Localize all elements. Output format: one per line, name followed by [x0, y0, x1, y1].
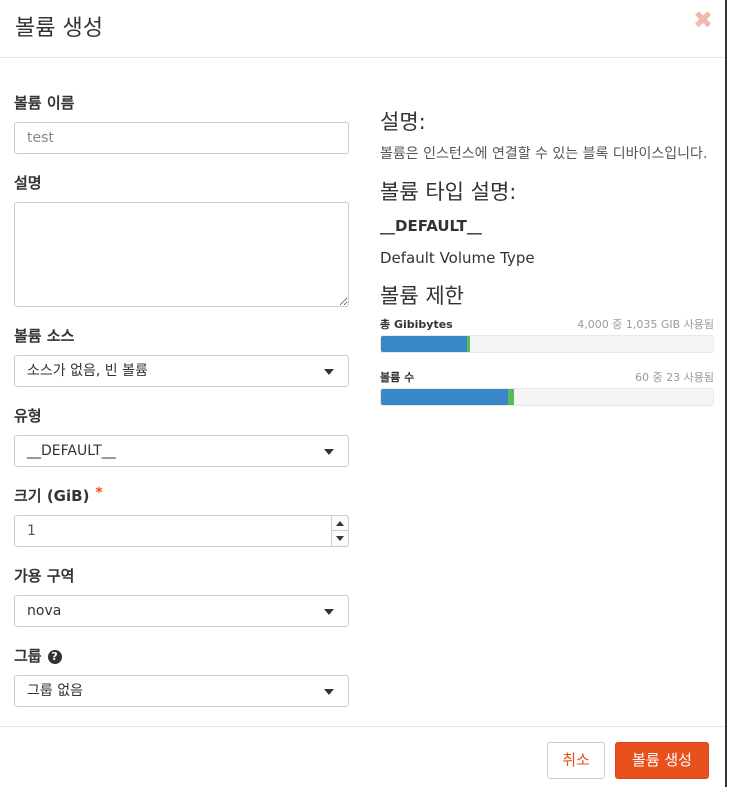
- volume-type-select[interactable]: __DEFAULT__: [14, 435, 349, 467]
- availability-zone-select[interactable]: nova: [14, 595, 349, 627]
- group-label: 그룹?: [14, 645, 349, 667]
- size-spinner: [331, 515, 349, 547]
- volume-type-label: 유형: [14, 407, 42, 425]
- caret-down-icon: [324, 449, 334, 455]
- description-textarea[interactable]: [14, 202, 349, 307]
- question-circle-icon[interactable]: ?: [47, 649, 62, 664]
- dialog-title: 볼륨 생성: [15, 16, 103, 41]
- description-label: 설명: [14, 174, 42, 192]
- create-volume-dialog: 볼륨 생성 ✖ 볼륨 이름 설명 볼륨 소스 소스가 없음, 빈 볼륨 유형 _…: [0, 0, 727, 787]
- limit-name: 볼륨 수: [380, 371, 415, 384]
- volume-type-name: __DEFAULT__: [380, 217, 482, 235]
- group-select[interactable]: 그룹 없음: [14, 675, 349, 707]
- size-input[interactable]: [14, 515, 349, 547]
- size-label-text: 크기 (GiB): [14, 487, 90, 505]
- limit-gibibytes-header: 총 Gibibytes 4,000 중 1,035 GIB 사용됨: [380, 316, 714, 334]
- volume-source-select[interactable]: 소스가 없음, 빈 볼륨: [14, 355, 349, 387]
- dialog-footer: 취소 볼륨 생성: [0, 726, 725, 787]
- limit-name: 총 Gibibytes: [380, 318, 453, 331]
- required-icon: *: [95, 485, 103, 501]
- volumes-progress: [380, 388, 714, 406]
- create-volume-button[interactable]: 볼륨 생성: [615, 742, 709, 779]
- caret-down-icon: [324, 689, 334, 695]
- volume-source-label: 볼륨 소스: [14, 327, 75, 345]
- cancel-button[interactable]: 취소: [547, 742, 605, 779]
- volume-type-value: __DEFAULT__: [27, 443, 116, 459]
- volume-limits-heading: 볼륨 제한: [380, 284, 464, 308]
- caret-down-icon: [324, 609, 334, 615]
- limit-value: 60 중 23 사용됨: [635, 371, 714, 384]
- gibibytes-progress: [380, 335, 714, 353]
- size-label: 크기 (GiB) *: [14, 485, 349, 507]
- progress-new: [508, 389, 514, 405]
- description-heading: 설명:: [380, 110, 426, 134]
- availability-zone-label: 가용 구역: [14, 567, 75, 585]
- volume-source-value: 소스가 없음, 빈 볼륨: [27, 363, 148, 379]
- size-stepper: [14, 515, 349, 547]
- volume-type-description: Default Volume Type: [380, 249, 535, 267]
- progress-used: [381, 336, 467, 352]
- description-text: 볼륨은 인스턴스에 연결할 수 있는 블록 디바이스입니다.: [380, 146, 708, 162]
- group-value: 그룹 없음: [27, 683, 83, 699]
- caret-down-icon: [324, 369, 334, 375]
- form-column: 볼륨 이름 설명 볼륨 소스 소스가 없음, 빈 볼륨 유형 __DEFAULT…: [14, 92, 349, 707]
- availability-zone-value: nova: [27, 603, 62, 619]
- dialog-header: 볼륨 생성 ✖: [0, 0, 725, 58]
- progress-new: [466, 336, 471, 352]
- increment-icon[interactable]: [332, 516, 348, 531]
- volume-name-input[interactable]: [14, 122, 349, 154]
- close-icon[interactable]: ✖: [691, 8, 715, 32]
- progress-used: [381, 389, 509, 405]
- limit-volumes-header: 볼륨 수 60 중 23 사용됨: [380, 369, 714, 387]
- info-column: 설명: 볼륨은 인스턴스에 연결할 수 있는 블록 디바이스입니다. 볼륨 타입…: [380, 108, 714, 406]
- decrement-icon[interactable]: [332, 531, 348, 546]
- volume-type-heading: 볼륨 타입 설명:: [380, 180, 517, 204]
- limit-value: 4,000 중 1,035 GIB 사용됨: [577, 318, 714, 331]
- group-label-text: 그룹: [14, 647, 42, 665]
- volume-name-label: 볼륨 이름: [14, 94, 75, 112]
